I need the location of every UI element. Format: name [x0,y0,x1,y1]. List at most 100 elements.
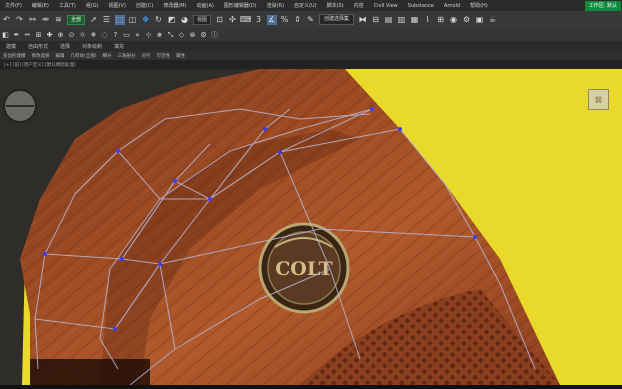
tab-modeling[interactable]: 建模 [0,43,22,50]
viewport-layout-icon[interactable]: ⊞ [35,31,43,39]
panel-item-8[interactable]: 属性 [173,53,188,59]
toggle-layer-explorer-icon[interactable]: ▥ [397,15,407,25]
panel-item-6[interactable]: 对齐 [139,53,154,59]
align-icon[interactable]: ⊟ [371,15,381,25]
viewport-header: [+] [前] [用户定义] [默认明暗处理] [0,60,622,69]
select-and-move-icon[interactable]: ✥ [141,15,151,25]
menu-rendering[interactable]: 渲染(R) [262,2,289,9]
select-and-rotate-icon[interactable]: ↻ [154,15,164,25]
material-editor-icon[interactable]: ◉ [449,15,459,25]
container-icon[interactable]: ▭ [123,31,131,39]
status-bar [0,385,622,389]
undo-icon[interactable]: ↶ [2,15,12,25]
angle-snap-icon[interactable]: ∡ [266,14,277,25]
workspace-dropdown[interactable]: 工作区: 默认 [584,0,621,11]
hide-layer-icon[interactable]: ☼ [79,31,87,39]
colt-medallion: COLT [258,222,350,314]
snaps-toggle-icon[interactable]: 3 [254,15,264,25]
menu-create[interactable]: 创建(C) [131,2,158,9]
named-selection-sets-field[interactable]: 创建选择集 [319,14,355,25]
select-object-icon[interactable]: ➚ [89,15,99,25]
menu-edit[interactable]: 编辑(E) [27,2,54,9]
mirror-icon[interactable]: ⧓ [358,15,368,25]
max-app-window: 文件(F) 编辑(E) 工具(T) 组(G) 视图(V) 创建(C) 修改器(M… [0,0,622,389]
menu-file[interactable]: 文件(F) [0,2,27,9]
menu-help[interactable]: 帮助(H) [465,2,493,9]
snap-pivot-icon[interactable]: ⊗ [189,31,197,39]
freeform-icon[interactable]: ✏ [24,31,32,39]
manipulate-icon[interactable]: ✣ [228,15,238,25]
select-and-scale-icon[interactable]: ◩ [167,15,177,25]
viewport-label[interactable]: [+] [前] [用户定义] [默认明暗处理] [0,62,76,68]
menu-civil-view[interactable]: Civil View [369,3,403,9]
keyboard-shortcut-override-icon[interactable]: ⌨ [240,15,252,25]
edit-named-selection-icon[interactable]: ✎ [306,15,316,25]
menu-group[interactable]: 组(G) [81,2,104,9]
select-and-place-icon[interactable]: ◕ [180,15,190,25]
select-by-name-icon[interactable]: ☰ [102,15,112,25]
snap-2d-icon[interactable]: ⋄ [134,31,142,39]
window-crossing-icon[interactable]: ◫ [128,15,138,25]
menu-substance[interactable]: Substance [403,3,439,9]
menu-scripting[interactable]: 脚本(S) [322,2,349,9]
ribbon-toggle-icon[interactable]: ▦ [410,15,420,25]
menu-arnold[interactable]: Arnold [439,3,465,9]
pivot-center-icon[interactable]: ⊡ [215,15,225,25]
select-in-layer-icon[interactable]: ⊙ [68,31,76,39]
ribbon-tabs: 建模 自由形式 选择 对象绘制 填充 [0,41,622,51]
viewcube[interactable]: 前 [588,89,609,110]
render-setup-icon[interactable]: ⚙ [462,15,472,25]
selection-filter-dropdown[interactable]: 全部 [67,14,86,25]
add-selection-to-layer-icon[interactable]: ⊕ [57,31,65,39]
panel-item-7[interactable]: 可见性 [154,53,174,59]
tab-freeform[interactable]: 自由形式 [22,43,54,50]
render-production-icon[interactable]: ☕ [488,15,498,25]
snap-edge-icon[interactable]: ⤡ [167,31,175,39]
menu-views[interactable]: 视图(V) [104,2,131,9]
snap-options-icon[interactable]: ⚙ [200,31,208,39]
menu-bar: 文件(F) 编辑(E) 工具(T) 组(G) 视图(V) 创建(C) 修改器(M… [0,0,622,11]
menu-customize[interactable]: 自定义(U) [289,2,322,9]
menu-tools[interactable]: 工具(T) [54,2,81,9]
secondary-toolbar: ◧ ✒ ✏ ⊞ ✚ ⊕ ⊙ ☼ ❄ ◌ ? ▭ ⋄ ⊹ ⋇ ⤡ ◇ ⊗ ⚙ ⓘ [0,28,622,41]
panel-item-4[interactable]: 细分 [100,53,115,59]
snap-vertex-icon[interactable]: ⋇ [156,31,164,39]
tab-populate[interactable]: 填充 [108,43,130,50]
rendered-frame-window-icon[interactable]: ▣ [475,15,485,25]
panel-item-3[interactable]: 几何体(全部) [68,53,100,59]
info-icon[interactable]: ⓘ [211,31,219,39]
percent-snap-icon[interactable]: % [280,15,290,25]
viewport[interactable]: COLT 前 [0,69,622,385]
redo-icon[interactable]: ↷ [15,15,25,25]
isolate-icon[interactable]: ◌ [101,31,109,39]
layer-icon[interactable]: ◧ [2,31,10,39]
spinner-snap-icon[interactable]: ⇕ [293,15,303,25]
tab-selection[interactable]: 选择 [54,43,76,50]
panel-edit[interactable]: 编辑 [53,53,68,59]
freeze-layer-icon[interactable]: ❄ [90,31,98,39]
tab-object-paint[interactable]: 对象绘制 [76,43,108,50]
toggle-scene-explorer-icon[interactable]: ▤ [384,15,394,25]
panel-modify-selection[interactable]: 修改选择 [29,53,53,59]
main-toolbar: ↶ ↷ ⚯ ⚮ ≋ 全部 ➚ ☰ ⬚ ◫ ✥ ↻ ◩ ◕ 视图 ⊡ ✣ ⌨ 3 … [0,11,622,28]
colt-logo-text: COLT [275,258,333,280]
viewport-canvas: COLT [0,69,622,385]
snap-grid-icon[interactable]: ⊹ [145,31,153,39]
rectangular-selection-icon[interactable]: ⬚ [114,14,125,25]
object-paint-icon[interactable]: ✒ [13,31,21,39]
curve-editor-icon[interactable]: ⌇ [423,15,433,25]
help-icon[interactable]: ? [112,31,120,39]
link-icon[interactable]: ⚯ [28,15,38,25]
panel-polygon-modeling[interactable]: 多边形建模 [0,53,29,59]
snap-face-icon[interactable]: ◇ [178,31,186,39]
menu-modifiers[interactable]: 修改器(M) [158,2,191,9]
unlink-icon[interactable]: ⚮ [41,15,51,25]
menu-graph-editors[interactable]: 图形编辑器(D) [219,2,262,9]
new-layer-icon[interactable]: ✚ [46,31,54,39]
schematic-view-icon[interactable]: ⊞ [436,15,446,25]
reference-coordinate-dropdown[interactable]: 视图 [193,14,212,25]
panel-item-5[interactable]: 三角剖分 [115,53,139,59]
menu-animation[interactable]: 动画(A) [192,2,219,9]
bind-space-warp-icon[interactable]: ≋ [54,15,64,25]
menu-content[interactable]: 内容 [349,2,369,9]
